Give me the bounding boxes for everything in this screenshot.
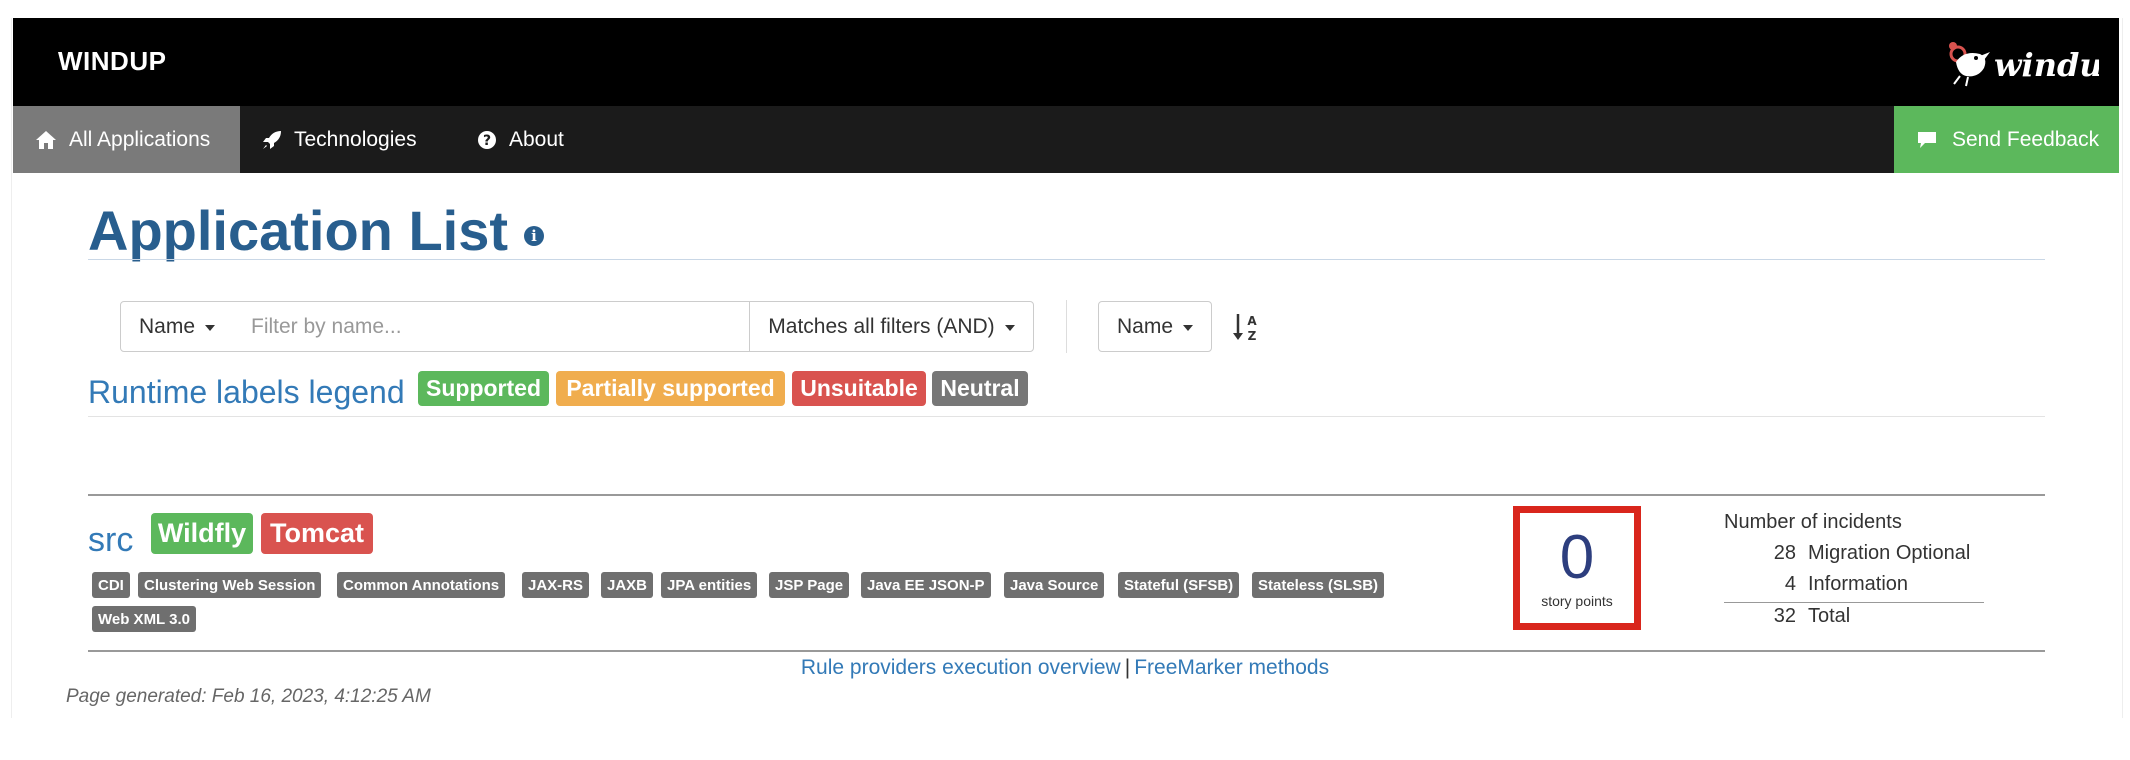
footer-separator: | — [1124, 656, 1131, 679]
tech-tag: Web XML 3.0 — [92, 606, 196, 632]
info-circle-icon[interactable]: i — [524, 225, 544, 246]
runtime-label-tomcat: Tomcat — [261, 513, 373, 554]
tech-tag: Java EE JSON-P — [861, 572, 991, 598]
legend-divider — [88, 416, 2045, 417]
nav-item-label: About — [509, 127, 564, 151]
incident-total-label: Total — [1808, 605, 1851, 627]
runtime-labels-legend-title: Runtime labels legend — [88, 374, 405, 410]
sort-alpha-asc-icon[interactable]: A Z — [1232, 311, 1260, 343]
page-title: Application List i — [88, 198, 544, 263]
tech-tag: Stateless (SLSB) — [1252, 572, 1385, 598]
home-icon — [36, 130, 56, 149]
filter-field-label: Name — [138, 314, 196, 338]
nav-item-label: All Applications — [69, 127, 211, 151]
application-bottom-divider — [88, 650, 2045, 652]
windup-logo: windup — [1949, 42, 2099, 87]
incidents-total-divider — [1724, 602, 1984, 603]
incident-total-count: 32 — [1773, 605, 1796, 627]
chevron-down-icon — [205, 324, 216, 331]
rocket-icon — [263, 130, 281, 149]
legend-label-partially-supported: Partially supported — [556, 371, 785, 406]
tech-tag: Stateful (SFSB) — [1118, 572, 1240, 598]
story-points-value: 0 — [1559, 523, 1595, 592]
filter-field-dropdown[interactable]: Name — [120, 301, 234, 352]
tech-tag: Clustering Web Session — [138, 572, 322, 598]
top-header: WINDUP windup — [13, 18, 2119, 106]
freemarker-methods-link[interactable]: FreeMarker methods — [1134, 656, 1329, 679]
toolbar-separator — [1066, 300, 1067, 353]
sort-field-dropdown[interactable]: Name — [1098, 301, 1212, 352]
title-divider — [88, 259, 2045, 260]
main-navbar: All Applications Technologies ? About Se… — [13, 106, 2119, 173]
tech-tag: JAXB — [601, 572, 654, 598]
incidents-heading: Number of incidents — [1724, 511, 1902, 533]
filter-mode-dropdown[interactable]: Matches all filters (AND) — [749, 301, 1034, 352]
send-feedback-button[interactable]: Send Feedback — [1894, 106, 2119, 173]
incident-count: 28 — [1773, 542, 1796, 564]
nav-technologies[interactable]: Technologies — [240, 106, 439, 173]
application-top-divider — [88, 494, 2045, 496]
svg-text:?: ? — [483, 133, 491, 149]
story-points-label: story points — [1541, 593, 1613, 609]
rule-providers-link[interactable]: Rule providers execution overview — [801, 656, 1121, 679]
tech-tag: JPA entities — [661, 572, 758, 598]
nav-about[interactable]: ? About — [455, 106, 586, 173]
tech-tag: JSP Page — [769, 572, 850, 598]
page-title-text: Application List — [88, 199, 508, 262]
tech-tag: CDI — [92, 572, 130, 598]
windup-bird-icon — [1949, 42, 1990, 87]
tech-tag: Common Annotations — [337, 572, 506, 598]
legend-label-unsuitable: Unsuitable — [792, 371, 926, 406]
application-name-link[interactable]: src — [88, 521, 133, 560]
tech-tag: JAX-RS — [522, 572, 590, 598]
runtime-label-wildfly: Wildfly — [151, 513, 253, 554]
incident-label: Migration Optional — [1808, 542, 1971, 564]
svg-text:Z: Z — [1248, 329, 1257, 343]
tech-tag: Java Source — [1004, 572, 1105, 598]
sort-field-label: Name — [1116, 314, 1174, 338]
chevron-down-icon — [1004, 324, 1015, 331]
filter-by-name-input[interactable] — [233, 301, 750, 352]
comment-icon — [1918, 131, 1936, 148]
filter-mode-label: Matches all filters (AND) — [768, 314, 995, 338]
footer-links: Rule providers execution overview | FreeMa… — [0, 656, 2130, 680]
nav-item-label: Technologies — [294, 127, 417, 151]
story-points-box: 0 story points — [1513, 506, 1641, 630]
legend-label-neutral: Neutral — [932, 371, 1028, 406]
incident-count: 4 — [1784, 573, 1796, 595]
send-feedback-label: Send Feedback — [1952, 127, 2100, 151]
question-circle-icon: ? — [478, 130, 496, 149]
incident-label: Information — [1808, 573, 1909, 595]
brand-title[interactable]: WINDUP — [58, 46, 166, 77]
svg-text:A: A — [1247, 314, 1257, 328]
legend-label-supported: Supported — [418, 371, 549, 406]
nav-all-applications[interactable]: All Applications — [13, 106, 240, 173]
logo-text: windup — [1994, 46, 2099, 84]
chevron-down-icon — [1183, 324, 1194, 331]
page-generated-timestamp: Page generated: Feb 16, 2023, 4:12:25 AM — [66, 686, 431, 707]
